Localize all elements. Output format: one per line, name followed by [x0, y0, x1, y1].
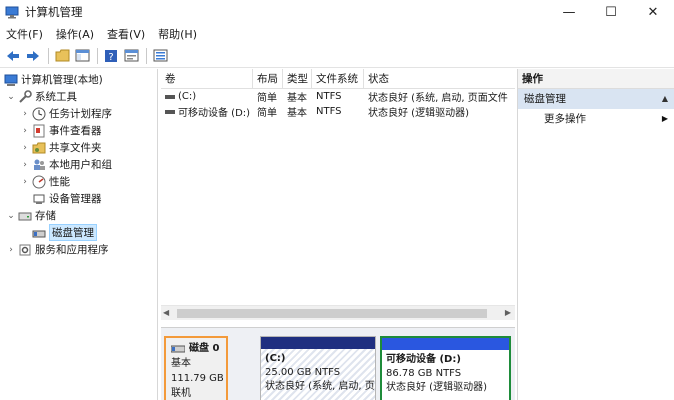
help-icon[interactable]: ? [102, 47, 120, 65]
services-icon [18, 243, 32, 257]
close-button[interactable]: ✕ [632, 0, 674, 24]
more-actions-item[interactable]: 更多操作 ▶ [518, 109, 674, 129]
column-header-volume[interactable]: 卷 [161, 69, 253, 89]
volume-cell: 可移动设备 (D:) [161, 104, 253, 119]
status-cell: 状态良好 (系统, 启动, 页面文件 [368, 93, 508, 104]
disk-icon [171, 345, 185, 352]
table-row[interactable]: 可移动设备 (D:) 简单 基本 NTFS 状态良好 (逻辑驱动器) [161, 104, 515, 119]
disk-status: 联机 [171, 388, 191, 399]
scroll-left-icon[interactable]: ◀ [163, 308, 169, 317]
tree-item-local-users[interactable]: › 本地用户和组 [20, 156, 112, 173]
computer-management-icon [5, 5, 19, 19]
toolbar-separator [97, 47, 98, 64]
disk-management-pane: 卷 布局 类型 文件系统 状态 (C:) 简单 基本 NTFS 状态良好 (系统… [161, 69, 515, 400]
disk-type: 基本 [171, 358, 191, 369]
tools-icon [18, 89, 32, 104]
tree-item-event-viewer[interactable]: › 事件查看器 [20, 122, 102, 139]
actions-header: 操作 [518, 69, 674, 89]
performance-icon [32, 175, 46, 189]
console-tree: 计算机管理(本地) ⌄ 系统工具 › 任务计划程序 › 事件查看器 › 共享文件… [0, 69, 158, 400]
tree-root-label: 计算机管理(本地) [21, 74, 103, 86]
menu-view[interactable]: 查看(V) [107, 26, 145, 42]
tree-item-disk-management[interactable]: 磁盘管理 [20, 224, 97, 241]
toolbar-separator [146, 47, 147, 64]
collapse-up-icon[interactable]: ▲ [662, 89, 668, 109]
users-icon [32, 158, 46, 172]
type-cell: 基本 [287, 93, 307, 104]
window-title: 计算机管理 [25, 5, 83, 19]
properties-icon[interactable] [122, 47, 140, 65]
tree-item-services-apps[interactable]: › 服务和应用程序 [6, 241, 109, 258]
scrollbar-thumb[interactable] [177, 309, 487, 318]
filesystem-cell: NTFS [316, 91, 342, 102]
layout-cell: 简单 [257, 93, 277, 104]
disk-icon [32, 226, 46, 240]
event-viewer-icon [32, 124, 46, 138]
tree-item-storage[interactable]: ⌄ 存储 [6, 207, 56, 224]
show-hide-tree-icon[interactable] [73, 47, 91, 65]
minimize-button[interactable]: — [548, 0, 590, 24]
disk-graphical-view: 磁盘 0 基本 111.79 GB 联机 (C:) 25.00 GB NTFS … [161, 327, 515, 400]
chevron-down-icon[interactable]: ⌄ [6, 92, 16, 102]
layout-cell: 简单 [257, 108, 277, 119]
folder-up-icon[interactable] [53, 47, 71, 65]
menu-help[interactable]: 帮助(H) [158, 26, 197, 42]
partition-c[interactable]: (C:) 25.00 GB NTFS 状态良好 (系统, 启动, 页 [260, 336, 376, 400]
menu-action[interactable]: 操作(A) [56, 26, 94, 42]
actions-section-disk-management[interactable]: 磁盘管理 ▲ [518, 89, 674, 109]
tree-item-task-scheduler[interactable]: › 任务计划程序 [20, 105, 112, 122]
column-header-type[interactable]: 类型 [283, 69, 312, 89]
storage-icon [18, 209, 32, 223]
chevron-right-icon[interactable]: › [20, 160, 30, 170]
filesystem-cell: NTFS [316, 106, 342, 117]
menu-file[interactable]: 文件(F) [6, 26, 43, 42]
menu-bar: 文件(F) 操作(A) 查看(V) 帮助(H) [0, 24, 674, 44]
volume-icon [165, 94, 175, 99]
column-header-layout[interactable]: 布局 [253, 69, 283, 89]
tree-item-system-tools[interactable]: ⌄ 系统工具 [6, 88, 77, 105]
volume-icon [165, 109, 175, 114]
chevron-right-icon[interactable]: › [20, 143, 30, 153]
disk-0-label[interactable]: 磁盘 0 基本 111.79 GB 联机 [164, 336, 228, 400]
toolbar-separator [48, 47, 49, 64]
actions-pane: 操作 磁盘管理 ▲ 更多操作 ▶ [517, 69, 674, 400]
tree-item-performance[interactable]: › 性能 [20, 173, 70, 190]
export-list-icon[interactable] [151, 47, 169, 65]
chevron-down-icon[interactable]: ⌄ [6, 211, 16, 221]
maximize-button[interactable]: ☐ [590, 0, 632, 24]
status-cell: 状态良好 (逻辑驱动器) [368, 108, 469, 119]
tree-item-shared-folders[interactable]: › 共享文件夹 [20, 139, 102, 156]
device-manager-icon [32, 192, 46, 206]
chevron-right-icon[interactable]: › [20, 109, 30, 119]
computer-management-icon [4, 73, 18, 87]
column-header-status[interactable]: 状态 [364, 69, 515, 89]
chevron-right-icon[interactable]: › [20, 177, 30, 187]
chevron-right-icon[interactable]: › [20, 126, 30, 136]
submenu-arrow-icon: ▶ [661, 114, 668, 123]
back-arrow-icon[interactable] [4, 47, 22, 65]
shared-folder-icon [32, 141, 46, 155]
type-cell: 基本 [287, 108, 307, 119]
table-row[interactable]: (C:) 简单 基本 NTFS 状态良好 (系统, 启动, 页面文件 [161, 89, 515, 104]
tree-item-device-manager[interactable]: 设备管理器 [20, 190, 102, 207]
forward-arrow-icon[interactable] [24, 47, 42, 65]
toolbar: ? [0, 44, 674, 68]
logical-drive-bar [382, 338, 509, 350]
partition-d[interactable]: 可移动设备 (D:) 86.78 GB NTFS 状态良好 (逻辑驱动器) [380, 336, 511, 400]
clock-icon [32, 107, 46, 121]
scroll-right-icon[interactable]: ▶ [505, 308, 511, 317]
primary-partition-bar [261, 337, 375, 349]
column-header-filesystem[interactable]: 文件系统 [312, 69, 364, 89]
horizontal-scrollbar[interactable]: ◀ ▶ [161, 305, 515, 320]
title-bar: 计算机管理 — ☐ ✕ [0, 0, 674, 24]
chevron-right-icon[interactable]: › [6, 245, 16, 255]
volume-list-header: 卷 布局 类型 文件系统 状态 [161, 69, 515, 89]
disk-size: 111.79 GB [171, 373, 224, 384]
volume-cell: (C:) [161, 91, 253, 102]
tree-root[interactable]: 计算机管理(本地) [2, 71, 103, 88]
svg-text:?: ? [108, 52, 113, 63]
